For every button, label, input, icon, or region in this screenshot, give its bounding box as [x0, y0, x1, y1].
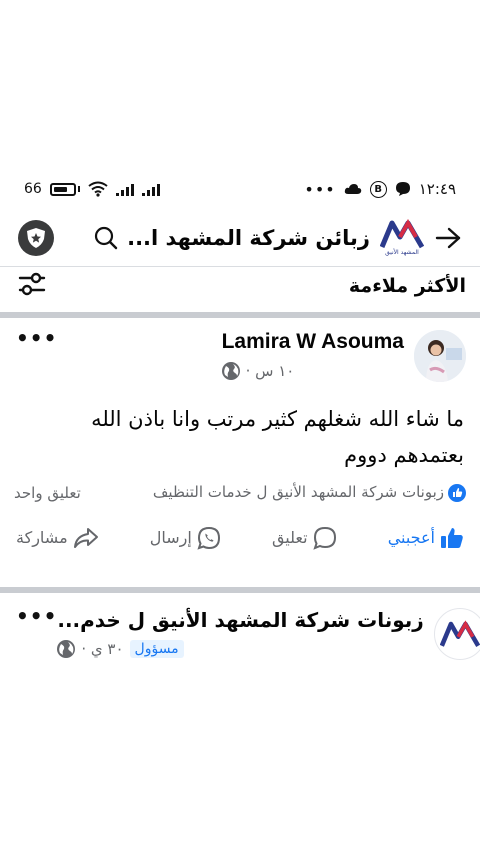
more-notifications-icon: ••• [304, 179, 336, 199]
author-meta: زبونات شركة المشهد الأنيق ل خدم... مسؤول… [57, 608, 424, 658]
brand-logo-icon [439, 620, 480, 647]
battery-icon [49, 182, 80, 196]
globe-icon [221, 362, 240, 380]
status-right: ••• B ١٢:٤٩ [304, 180, 456, 199]
comment-label: تعليق [271, 528, 308, 548]
section-divider [0, 312, 480, 318]
profile-photo [414, 330, 466, 382]
like-label: أعجبني [387, 528, 435, 548]
post-time-text: ٣٠ ي · [81, 640, 124, 658]
clock: ١٢:٤٩ [418, 180, 456, 198]
comment-button[interactable]: تعليق [272, 526, 337, 550]
send-button[interactable]: إرسال [150, 526, 221, 550]
page-logo: المشهد الأنيق [380, 218, 424, 258]
post-stats: زبونات شركة المشهد الأنيق ل خدمات التنظي… [0, 483, 480, 502]
comment-icon [312, 526, 336, 550]
share-button[interactable]: مشاركة [16, 526, 99, 550]
post-card: ••• زبونات شركة المشهد الأنيق ل خدم... م… [0, 606, 480, 660]
admin-tools-button[interactable] [18, 220, 54, 256]
b-notification-icon: B [369, 180, 387, 198]
search-icon [94, 226, 118, 250]
post-time[interactable]: مسؤول ٣٠ ي · [57, 640, 423, 658]
brand-logo-icon [380, 219, 424, 249]
cloud-icon [344, 184, 361, 194]
thumbs-up-icon [441, 527, 463, 548]
battery-percent: 66 [24, 181, 42, 197]
page-title[interactable]: زبائن شركة المشهد ا... [120, 226, 380, 250]
sort-label[interactable]: الأكثر ملاءمة [349, 275, 466, 297]
author-name[interactable]: زبونات شركة المشهد الأنيق ل خدم... [57, 608, 423, 632]
sliders-icon [18, 272, 46, 296]
globe-icon [57, 640, 76, 658]
page-avatar[interactable] [433, 608, 480, 660]
admin-badge: مسؤول [129, 640, 184, 658]
whatsapp-icon [197, 526, 220, 550]
author-meta: Lamira W Asouma ١٠ س · [221, 330, 404, 380]
post-time-text: ١٠ س · [245, 362, 295, 380]
author-block: زبونات شركة المشهد الأنيق ل خدم... مسؤول… [57, 608, 480, 660]
post-header: ••• Lamira W Asouma ١٠ س · [0, 328, 480, 382]
signal-icon-1 [115, 182, 134, 196]
post-body: ما شاء الله شغلهم كثير مرتب وانا باذن ال… [91, 407, 464, 467]
like-button[interactable]: أعجبني [388, 526, 464, 550]
more-options-button[interactable]: ••• [16, 328, 57, 350]
avatar[interactable] [414, 330, 466, 382]
chat-bubble-icon [395, 182, 410, 196]
wifi-icon [88, 181, 108, 197]
post-divider [0, 587, 480, 593]
post-card: ••• Lamira W Asouma ١٠ س · ما شاء الله ش… [0, 328, 480, 550]
reactions-summary[interactable]: زبونات شركة المشهد الأنيق ل خدمات التنظي… [153, 483, 466, 502]
logo-caption: المشهد الأنيق [385, 249, 419, 256]
share-icon [73, 527, 98, 548]
author-name[interactable]: Lamira W Asouma [222, 330, 404, 354]
status-bar: 66 ••• B ١٢:٤٩ [0, 175, 480, 203]
status-left: 66 [24, 181, 160, 197]
filter-button[interactable] [18, 272, 46, 300]
post-actions: أعجبني تعليق إرسال مشاركة [0, 526, 480, 550]
post-header: ••• زبونات شركة المشهد الأنيق ل خدم... م… [0, 606, 480, 660]
send-label: إرسال [149, 528, 192, 548]
arrow-right-icon [435, 227, 461, 249]
top-bar: زبائن شركة المشهد ا... المشهد الأنيق [0, 212, 480, 264]
post-time[interactable]: ١٠ س · [221, 362, 404, 380]
shield-star-icon [27, 228, 45, 248]
comment-count[interactable]: تعليق واحد [14, 484, 81, 502]
back-button[interactable] [430, 220, 466, 256]
share-label: مشاركة [16, 528, 68, 548]
sort-bar: الأكثر ملاءمة [0, 266, 480, 306]
like-reaction-icon [448, 483, 466, 502]
signal-icon-2 [141, 182, 160, 196]
reactions-text: زبونات شركة المشهد الأنيق ل خدمات التنظي… [152, 483, 444, 502]
author-block: Lamira W Asouma ١٠ س · [221, 330, 466, 382]
search-button[interactable] [92, 224, 120, 252]
more-options-button[interactable]: ••• [16, 606, 57, 628]
